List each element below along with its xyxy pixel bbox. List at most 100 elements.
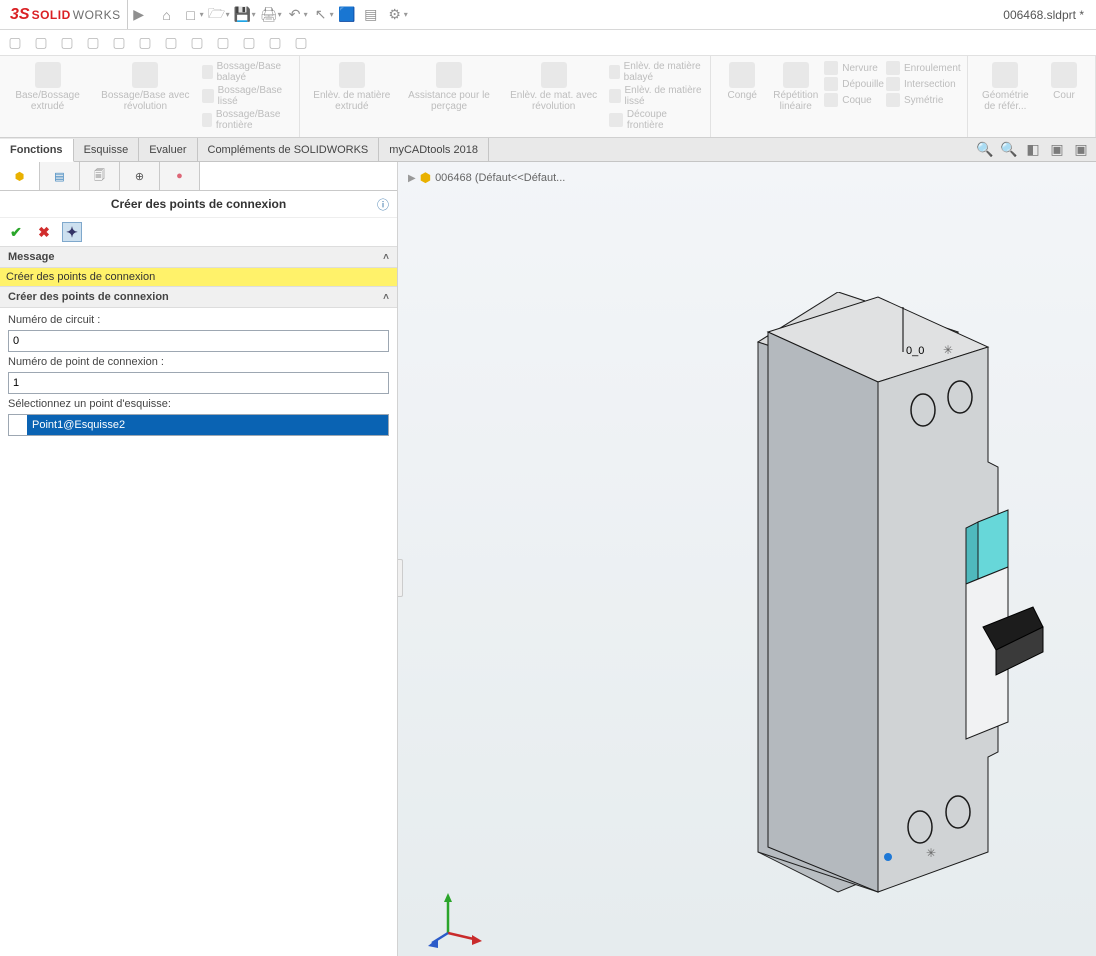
- label-select: Sélectionnez un point d'esquisse:: [8, 398, 389, 410]
- tool4-icon[interactable]: ▢: [82, 32, 104, 54]
- pin-button[interactable]: ✦: [62, 222, 82, 242]
- input-point[interactable]: [8, 372, 389, 394]
- property-tab[interactable]: ▤: [40, 162, 80, 190]
- ribbon: Base/Bossage extrudé Bossage/Base avec r…: [0, 56, 1096, 138]
- save-icon[interactable]: 💾: [232, 4, 254, 26]
- config-tab[interactable]: 🗐: [80, 162, 120, 190]
- dim-tab[interactable]: ⊕: [120, 162, 160, 190]
- panel-actions: ✔ ✖ ✦: [0, 218, 397, 246]
- logo-solid: SOLID: [32, 8, 71, 22]
- part-icon: ⬢: [420, 170, 431, 186]
- appearance-tab[interactable]: ●: [160, 162, 200, 190]
- view-orient-icon[interactable]: ◧: [1024, 141, 1042, 159]
- svg-text:✳: ✳: [926, 846, 936, 860]
- rib-mirror[interactable]: Symétrie: [886, 92, 961, 108]
- rib-intersect[interactable]: Intersection: [886, 76, 961, 92]
- rib-cut-revolve[interactable]: Enlèv. de mat. avec révolution: [500, 60, 607, 132]
- rib-boss-revolve[interactable]: Bossage/Base avec révolution: [91, 60, 199, 132]
- select-icon[interactable]: ↖: [310, 4, 332, 26]
- appearance-icon[interactable]: ▣: [1072, 141, 1090, 159]
- tool12-icon[interactable]: ▢: [290, 32, 312, 54]
- rib-boss-sweep[interactable]: Bossage/Base balayé: [202, 60, 293, 84]
- tool1-icon[interactable]: ▢: [4, 32, 26, 54]
- rib-shell[interactable]: Coque: [824, 92, 884, 108]
- section-message-label: Message: [8, 251, 54, 263]
- tool8-icon[interactable]: ▢: [186, 32, 208, 54]
- home-icon[interactable]: ⌂: [156, 4, 178, 26]
- tool7-icon[interactable]: ▢: [160, 32, 182, 54]
- sphere-icon: ●: [176, 170, 183, 182]
- tool11-icon[interactable]: ▢: [264, 32, 286, 54]
- list-icon: ▤: [54, 170, 64, 183]
- expand-menu-button[interactable]: ▶: [128, 4, 150, 26]
- chevron-up-icon: ˄: [383, 292, 389, 303]
- tool3-icon[interactable]: ▢: [56, 32, 78, 54]
- panel-tabs: ⬢ ▤ 🗐 ⊕ ●: [0, 162, 397, 191]
- print-icon[interactable]: 🖨: [258, 4, 280, 26]
- tool6-icon[interactable]: ▢: [134, 32, 156, 54]
- rib-ref-geom[interactable]: Géométrie de référ...: [974, 60, 1037, 114]
- input-circuit[interactable]: [8, 330, 389, 352]
- tool10-icon[interactable]: ▢: [238, 32, 260, 54]
- open-icon[interactable]: 🗁: [206, 4, 228, 26]
- splitter-handle[interactable]: [398, 559, 403, 597]
- tool5-icon[interactable]: ▢: [108, 32, 130, 54]
- cancel-button[interactable]: ✖: [34, 222, 54, 242]
- section-message-head[interactable]: Message ˄: [0, 246, 397, 268]
- rib-wrap[interactable]: Enroulement: [886, 60, 961, 76]
- tool2-icon[interactable]: ▢: [30, 32, 52, 54]
- rib-pattern[interactable]: Répétition linéaire: [769, 60, 822, 114]
- tool9-icon[interactable]: ▢: [212, 32, 234, 54]
- standard-toolbar: ▢ ▢ ▢ ▢ ▢ ▢ ▢ ▢ ▢ ▢ ▢ ▢: [0, 30, 1096, 56]
- rebuild-icon[interactable]: 🟦: [336, 4, 358, 26]
- rib-cut-loft[interactable]: Enlèv. de matière lissé: [609, 84, 704, 108]
- command-tabs: Fonctions Esquisse Evaluer Compléments d…: [0, 138, 1096, 162]
- rib-cut-extrude[interactable]: Enlèv. de matière extrudé: [306, 60, 398, 132]
- rib-boss-loft[interactable]: Bossage/Base lissé: [202, 84, 293, 108]
- logo-works: WORKS: [73, 8, 121, 22]
- property-panel: ⬢ ▤ 🗐 ⊕ ● Créer des points de connexion …: [0, 162, 398, 956]
- message-body: Créer des points de connexion: [0, 268, 397, 286]
- selected-item[interactable]: Point1@Esquisse2: [27, 415, 388, 435]
- undo-icon[interactable]: ↶: [284, 4, 306, 26]
- tab-evaluer[interactable]: Evaluer: [139, 138, 197, 161]
- rib-draft[interactable]: Dépouille: [824, 76, 884, 92]
- rib-cut-boundary[interactable]: Découpe frontière: [609, 108, 704, 132]
- rib-boss-extrude[interactable]: Base/Bossage extrudé: [6, 60, 89, 132]
- display-style-icon[interactable]: ▣: [1048, 141, 1066, 159]
- rib-hole-wizard[interactable]: Assistance pour le perçage: [400, 60, 498, 132]
- rib-fillet[interactable]: Congé: [717, 60, 767, 114]
- rib-boss-boundary[interactable]: Bossage/Base frontière: [202, 108, 293, 132]
- tab-esquisse[interactable]: Esquisse: [74, 138, 140, 161]
- selection-listbox[interactable]: Point1@Esquisse2: [8, 414, 389, 436]
- main-area: ⬢ ▤ 🗐 ⊕ ● Créer des points de connexion …: [0, 162, 1096, 956]
- model-view[interactable]: 0_0 ✳ ✳: [698, 292, 1096, 942]
- tree-expand-icon[interactable]: ▶: [408, 173, 416, 184]
- rib-cut-sweep[interactable]: Enlèv. de matière balayé: [609, 60, 704, 84]
- flyout-tree[interactable]: ▶ ⬢ 006468 (Défaut<<Défaut...: [408, 170, 565, 186]
- svg-text:✳: ✳: [943, 343, 953, 357]
- label-point: Numéro de point de connexion :: [8, 356, 389, 368]
- tab-mycadtools[interactable]: myCADtools 2018: [379, 138, 489, 161]
- zoom-fit-icon[interactable]: 🔍: [976, 141, 994, 159]
- viewport[interactable]: ▶ ⬢ 006468 (Défaut<<Défaut...: [398, 162, 1096, 956]
- rib-curves[interactable]: Cour: [1039, 60, 1089, 114]
- settings-icon[interactable]: ⚙: [384, 4, 406, 26]
- rib-rib[interactable]: Nervure: [824, 60, 884, 76]
- help-icon[interactable]: ⓘ: [377, 196, 389, 213]
- chevron-up-icon: ˄: [383, 252, 389, 263]
- tab-fonctions[interactable]: Fonctions: [0, 139, 74, 162]
- feature-tree-tab[interactable]: ⬢: [0, 162, 40, 190]
- cube-icon: ⬢: [15, 170, 25, 183]
- origin-label: 0_0: [906, 345, 924, 357]
- tab-complements[interactable]: Compléments de SOLIDWORKS: [198, 138, 380, 161]
- new-icon[interactable]: □: [180, 4, 202, 26]
- ok-button[interactable]: ✔: [6, 222, 26, 242]
- options-icon[interactable]: ▤: [360, 4, 382, 26]
- document-title: 006468.sldprt *: [1003, 8, 1084, 22]
- zoom-area-icon[interactable]: 🔍: [1000, 141, 1018, 159]
- config-icon: 🗐: [94, 167, 105, 186]
- triad-icon: [428, 888, 488, 948]
- section-form-head[interactable]: Créer des points de connexion ˄: [0, 286, 397, 308]
- quick-access-bar: ⌂ □▾ 🗁▾ 💾▾ 🖨▾ ↶▾ ↖▾ 🟦 ▤ ⚙▾: [156, 4, 408, 26]
